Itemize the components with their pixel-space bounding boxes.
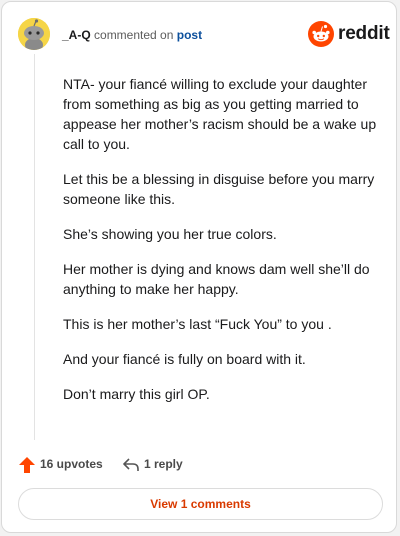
reply-button[interactable]: 1 reply — [144, 457, 183, 471]
comment-meta: _A-Q commented on post — [62, 28, 202, 42]
comment-paragraph: Don’t marry this girl OP. — [63, 386, 210, 402]
comment-paragraph: And your fiancé is fully on board with i… — [63, 351, 306, 367]
upvote-arrow-icon[interactable] — [18, 456, 36, 474]
comment-card: _A-Q commented on post reddit NTA- your … — [1, 1, 397, 533]
comment-paragraph: Let this be a blessing in disguise befor… — [63, 171, 375, 207]
comment-paragraph: Her mother is dying and knows dam well s… — [63, 261, 370, 297]
user-avatar[interactable] — [18, 18, 50, 50]
view-comments-button[interactable]: View 1 comments — [18, 488, 383, 520]
comment-header: _A-Q commented on post reddit — [16, 16, 390, 56]
post-link[interactable]: post — [177, 28, 202, 42]
comment-actions: 16 upvotes 1 reply — [18, 454, 378, 476]
brand-name: reddit — [338, 23, 390, 44]
reply-arrow-icon[interactable] — [122, 456, 140, 474]
thread-line — [34, 54, 35, 440]
username[interactable]: _A-Q — [62, 28, 91, 42]
action-text: commented on — [94, 28, 174, 42]
reddit-logo[interactable]: reddit — [308, 20, 390, 48]
upvote-count: 16 upvotes — [40, 457, 103, 471]
comment-paragraph: She’s showing you her true colors. — [63, 226, 277, 242]
comment-body: NTA- your fiancé willing to exclude your… — [63, 74, 383, 419]
snoo-avatar-icon — [18, 18, 50, 50]
comment-paragraph: This is her mother’s last “Fuck You” to … — [63, 316, 332, 332]
reddit-snoo-icon — [308, 21, 334, 47]
comment-paragraph: NTA- your fiancé willing to exclude your… — [63, 76, 377, 152]
